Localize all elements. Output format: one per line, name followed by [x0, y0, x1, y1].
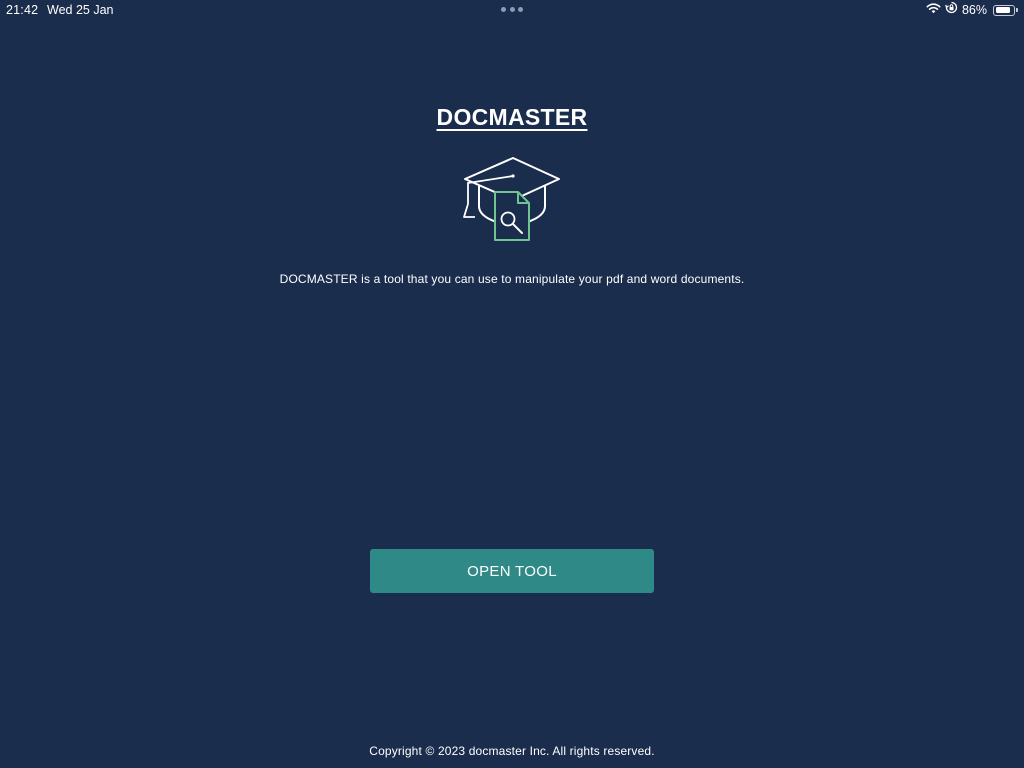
wifi-icon	[926, 1, 941, 19]
app-screen: 21:42 Wed 25 Jan 86% DOCMASTER DOCMASTER…	[0, 0, 1024, 768]
status-bar: 21:42 Wed 25 Jan 86%	[0, 0, 1024, 20]
graduation-cap-document-search-icon	[460, 154, 564, 246]
battery-level-fill	[995, 7, 1010, 13]
app-description: DOCMASTER is a tool that you can use to …	[279, 272, 745, 286]
open-tool-button[interactable]: OPEN TOOL	[370, 549, 654, 593]
app-title: DOCMASTER	[436, 104, 588, 130]
battery-icon	[993, 4, 1015, 16]
multitasking-dots-icon[interactable]	[501, 7, 523, 13]
status-indicators: 86%	[926, 1, 1018, 19]
status-date: Wed 25 Jan	[47, 3, 114, 17]
battery-percentage: 86%	[961, 3, 987, 17]
orientation-lock-icon	[945, 1, 958, 19]
copyright-footer: Copyright © 2023 docmaster Inc. All righ…	[369, 744, 655, 758]
status-time: 21:42	[6, 3, 39, 17]
battery-tip	[1016, 8, 1018, 12]
